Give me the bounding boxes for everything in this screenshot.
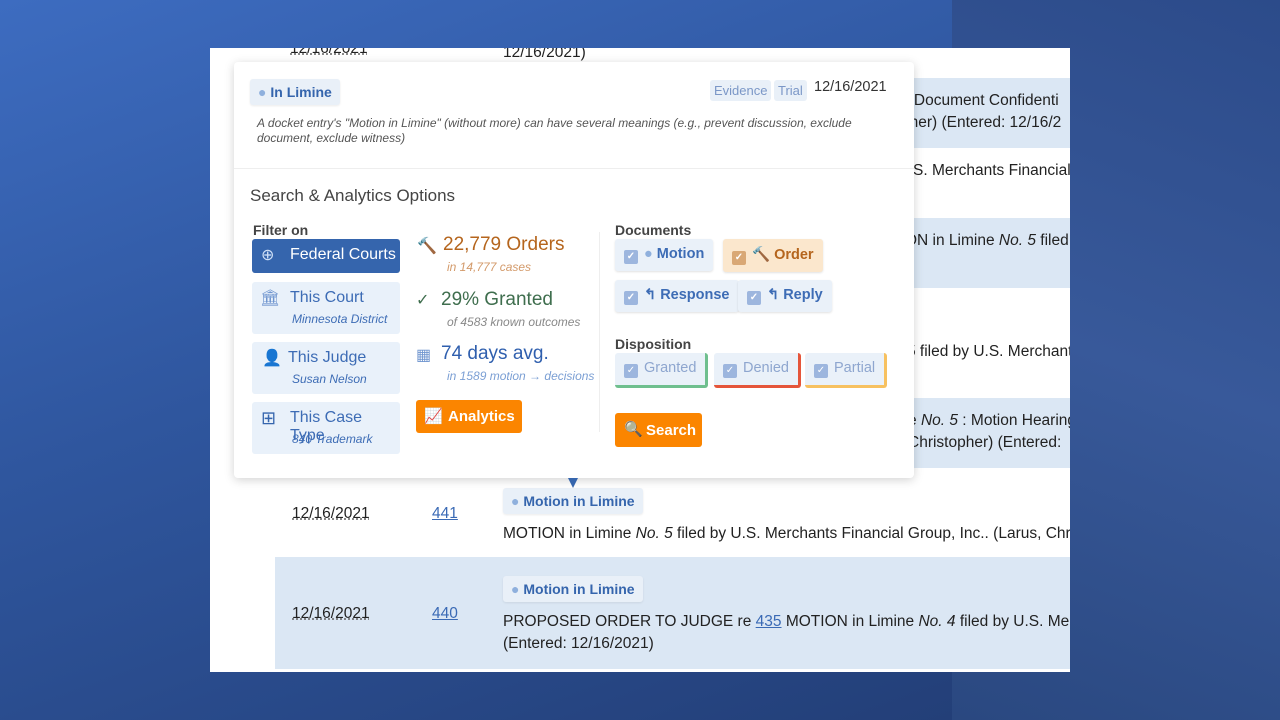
filter-this-court[interactable]: 🏛 This Court Minnesota District — [252, 282, 400, 334]
table-row: 12/16/2021 440 ● Motion in Limine PROPOS… — [275, 557, 1070, 669]
filter-label: Filter on — [253, 222, 309, 238]
granted-stat: 29% Granted — [441, 289, 553, 310]
checkbox-icon: ✓ — [624, 291, 638, 305]
granted-sub: of 4583 known outcomes — [447, 315, 581, 329]
motion-in-limine-tag[interactable]: ● Motion in Limine — [503, 576, 643, 602]
filter-sub: Susan Nelson — [292, 372, 367, 386]
courthouse-icon: 🏛 — [260, 290, 281, 307]
entry-text: PROPOSED ORDER TO JUDGE re 435 MOTION in… — [503, 613, 1070, 630]
search-button[interactable]: 🔍 Search — [615, 413, 702, 447]
checkbox-icon: ✓ — [814, 364, 828, 378]
disp-granted-toggle[interactable]: ✓ Granted — [615, 353, 709, 388]
popover-pointer-arrow — [568, 478, 578, 488]
divider — [599, 232, 600, 432]
filter-this-case-type[interactable]: ⊞ This Case Type 840 Trademark — [252, 402, 400, 454]
checkbox-icon: ✓ — [624, 250, 638, 264]
entry-ref-link[interactable]: 435 — [756, 613, 782, 630]
filter-federal-courts[interactable]: ⊕ Federal Courts — [252, 239, 400, 273]
disp-denied-toggle[interactable]: ✓ Denied — [714, 353, 801, 388]
filter-sub: Minnesota District — [292, 312, 388, 326]
documents-label: Documents — [615, 222, 692, 238]
gavel-icon: 🔨 — [752, 247, 771, 263]
filter-label: Federal Courts — [290, 246, 396, 263]
checkbox-icon: ✓ — [624, 364, 638, 378]
calendar-icon: ▦ — [416, 347, 432, 364]
gavel-icon: 🔨 — [417, 238, 437, 255]
checkbox-icon: ✓ — [723, 364, 737, 378]
grid-icon: ⊞ — [261, 408, 277, 428]
evidence-pill[interactable]: Evidence — [710, 80, 772, 101]
docket-screenshot: 12/16/2021 12/16/2021) e Document Confid… — [210, 48, 1070, 672]
filter-this-judge[interactable]: 👤 This Judge Susan Nelson — [252, 342, 400, 394]
entry-date: 12/16/2021 — [292, 505, 370, 522]
reply-all-icon: ↰ — [767, 287, 780, 303]
entry-text: e No. 5 : Motion Hearing — [908, 412, 1070, 429]
filter-sub: 840 Trademark — [292, 432, 373, 446]
entry-text: (Entered: 12/16/2021) — [503, 635, 654, 652]
search-icon: 🔍 — [624, 421, 643, 438]
person-icon: 👤 — [262, 350, 282, 367]
entry-text: pher) (Entered: 12/16/2 — [901, 114, 1062, 131]
entry-text: 5 filed by U.S. Merchant — [907, 343, 1070, 360]
speech-bubble-icon: ● — [258, 84, 267, 100]
checkbox-icon: ✓ — [732, 251, 746, 265]
speech-bubble-icon: ● — [511, 581, 520, 597]
disposition-label: Disposition — [615, 336, 692, 352]
description: A docket entry's "Motion in Limine" (wit… — [257, 116, 852, 145]
doc-response-toggle[interactable]: ✓ ↰ Response — [615, 280, 739, 312]
checkbox-icon: ✓ — [747, 291, 761, 305]
entry-text: S. Merchants Financial — [913, 162, 1070, 179]
doc-order-toggle[interactable]: ✓ 🔨 Order — [723, 239, 823, 272]
check-icon: ✓ — [416, 292, 430, 309]
entry-date: 12/16/2021 — [292, 605, 370, 622]
search-plus-icon: ⊕ — [261, 247, 275, 264]
motion-in-limine-tag[interactable]: ● Motion in Limine — [503, 488, 643, 514]
table-row: 12/16/2021 441 ● Motion in Limine MOTION… — [275, 468, 1070, 557]
divider — [234, 168, 914, 169]
days-stat: 74 days avg. — [441, 343, 549, 364]
orders-sub: in 14,777 cases — [447, 260, 532, 274]
popover-date: 12/16/2021 — [814, 79, 887, 95]
entry-text: 12/16/2021) — [503, 48, 586, 61]
filter-label: This Court — [290, 289, 364, 306]
entry-date: 12/16/2021 — [290, 48, 368, 57]
orders-stat: 22,779 Orders — [443, 234, 565, 255]
trial-pill[interactable]: Trial — [774, 80, 807, 101]
disp-partial-toggle[interactable]: ✓ Partial — [805, 353, 888, 388]
days-sub: in 1589 motion → decisions — [447, 369, 595, 383]
entry-text: Christopher) (Entered: — [908, 434, 1062, 451]
reply-icon: ↰ — [644, 287, 657, 303]
speech-bubble-icon: ● — [511, 493, 520, 509]
doc-motion-toggle[interactable]: ✓ ● Motion — [615, 239, 714, 271]
motion-popover: ● In Limine Evidence Trial 12/16/2021 A … — [234, 62, 914, 488]
in-limine-tag[interactable]: ● In Limine — [250, 79, 340, 105]
speech-bubble-icon: ● — [644, 246, 653, 262]
filter-label: This Judge — [288, 349, 367, 366]
entry-number-link[interactable]: 441 — [432, 505, 458, 523]
chart-icon: 📈 — [424, 408, 443, 425]
entry-text: ON in Limine No. 5 filed — [905, 232, 1069, 249]
entry-number-link[interactable]: 440 — [432, 605, 458, 623]
section-title: Search & Analytics Options — [250, 186, 456, 205]
doc-reply-toggle[interactable]: ✓ ↰ Reply — [738, 280, 832, 312]
entry-text: MOTION in Limine No. 5 filed by U.S. Mer… — [503, 525, 1070, 542]
analytics-button[interactable]: 📈 Analytics — [416, 400, 522, 433]
entry-text: e Document Confidenti — [901, 92, 1059, 109]
